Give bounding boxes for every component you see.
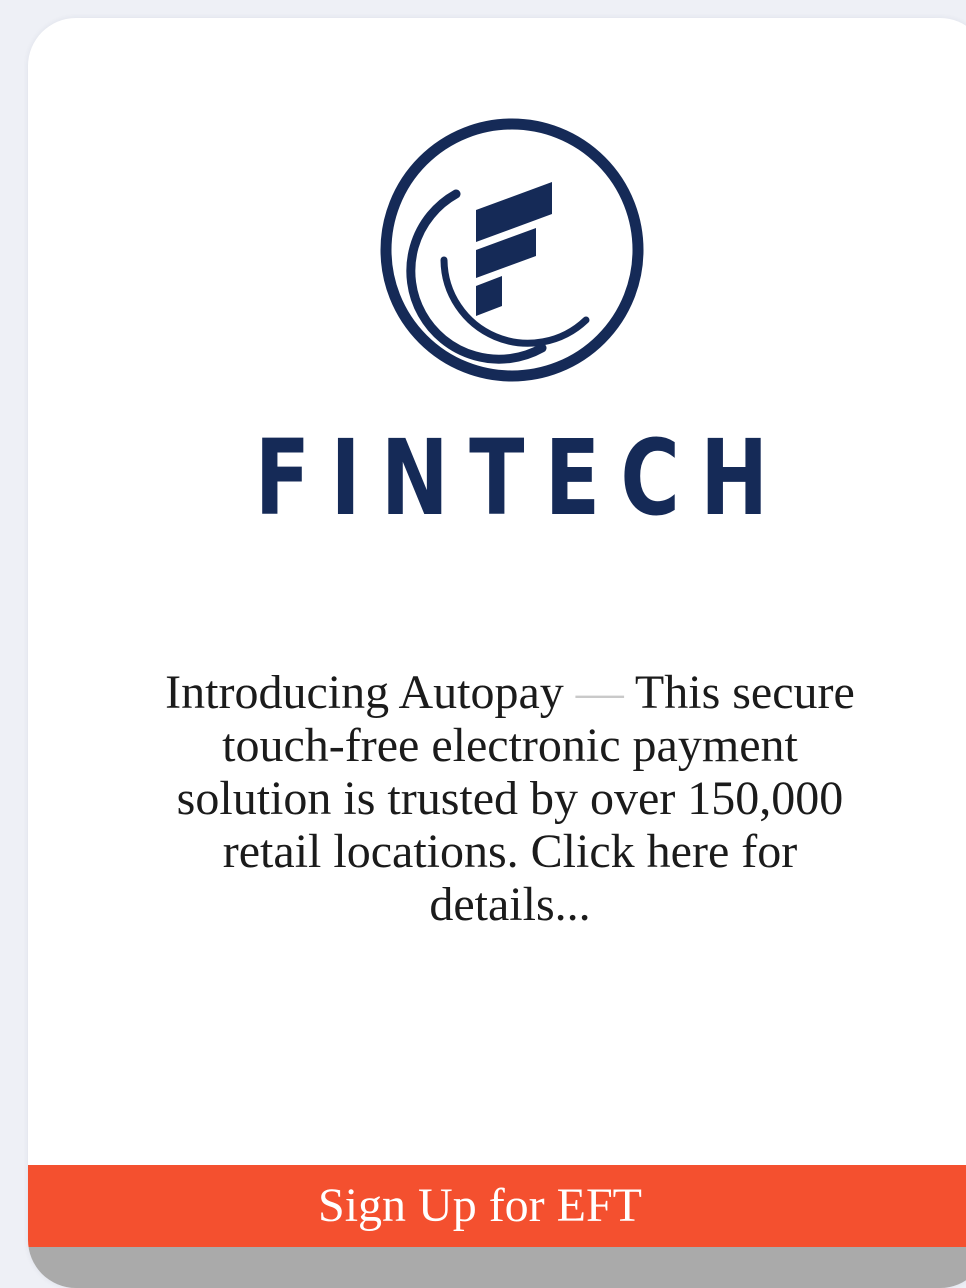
promo-text[interactable]: Introducing Autopay — This secure touch-… [140, 666, 880, 931]
sign-up-eft-button[interactable]: Sign Up for EFT [28, 1165, 966, 1247]
ad-card[interactable]: FINTECH Introducing Autopay — This secur… [28, 18, 966, 1288]
brand-name: FINTECH [254, 417, 789, 539]
sign-up-eft-label: Sign Up for EFT [318, 1179, 642, 1232]
fintech-logo-icon [380, 118, 644, 382]
promo-dash: — [575, 666, 624, 719]
card-footer-bar [28, 1247, 966, 1288]
promo-lead: Introducing Autopay [165, 666, 564, 719]
